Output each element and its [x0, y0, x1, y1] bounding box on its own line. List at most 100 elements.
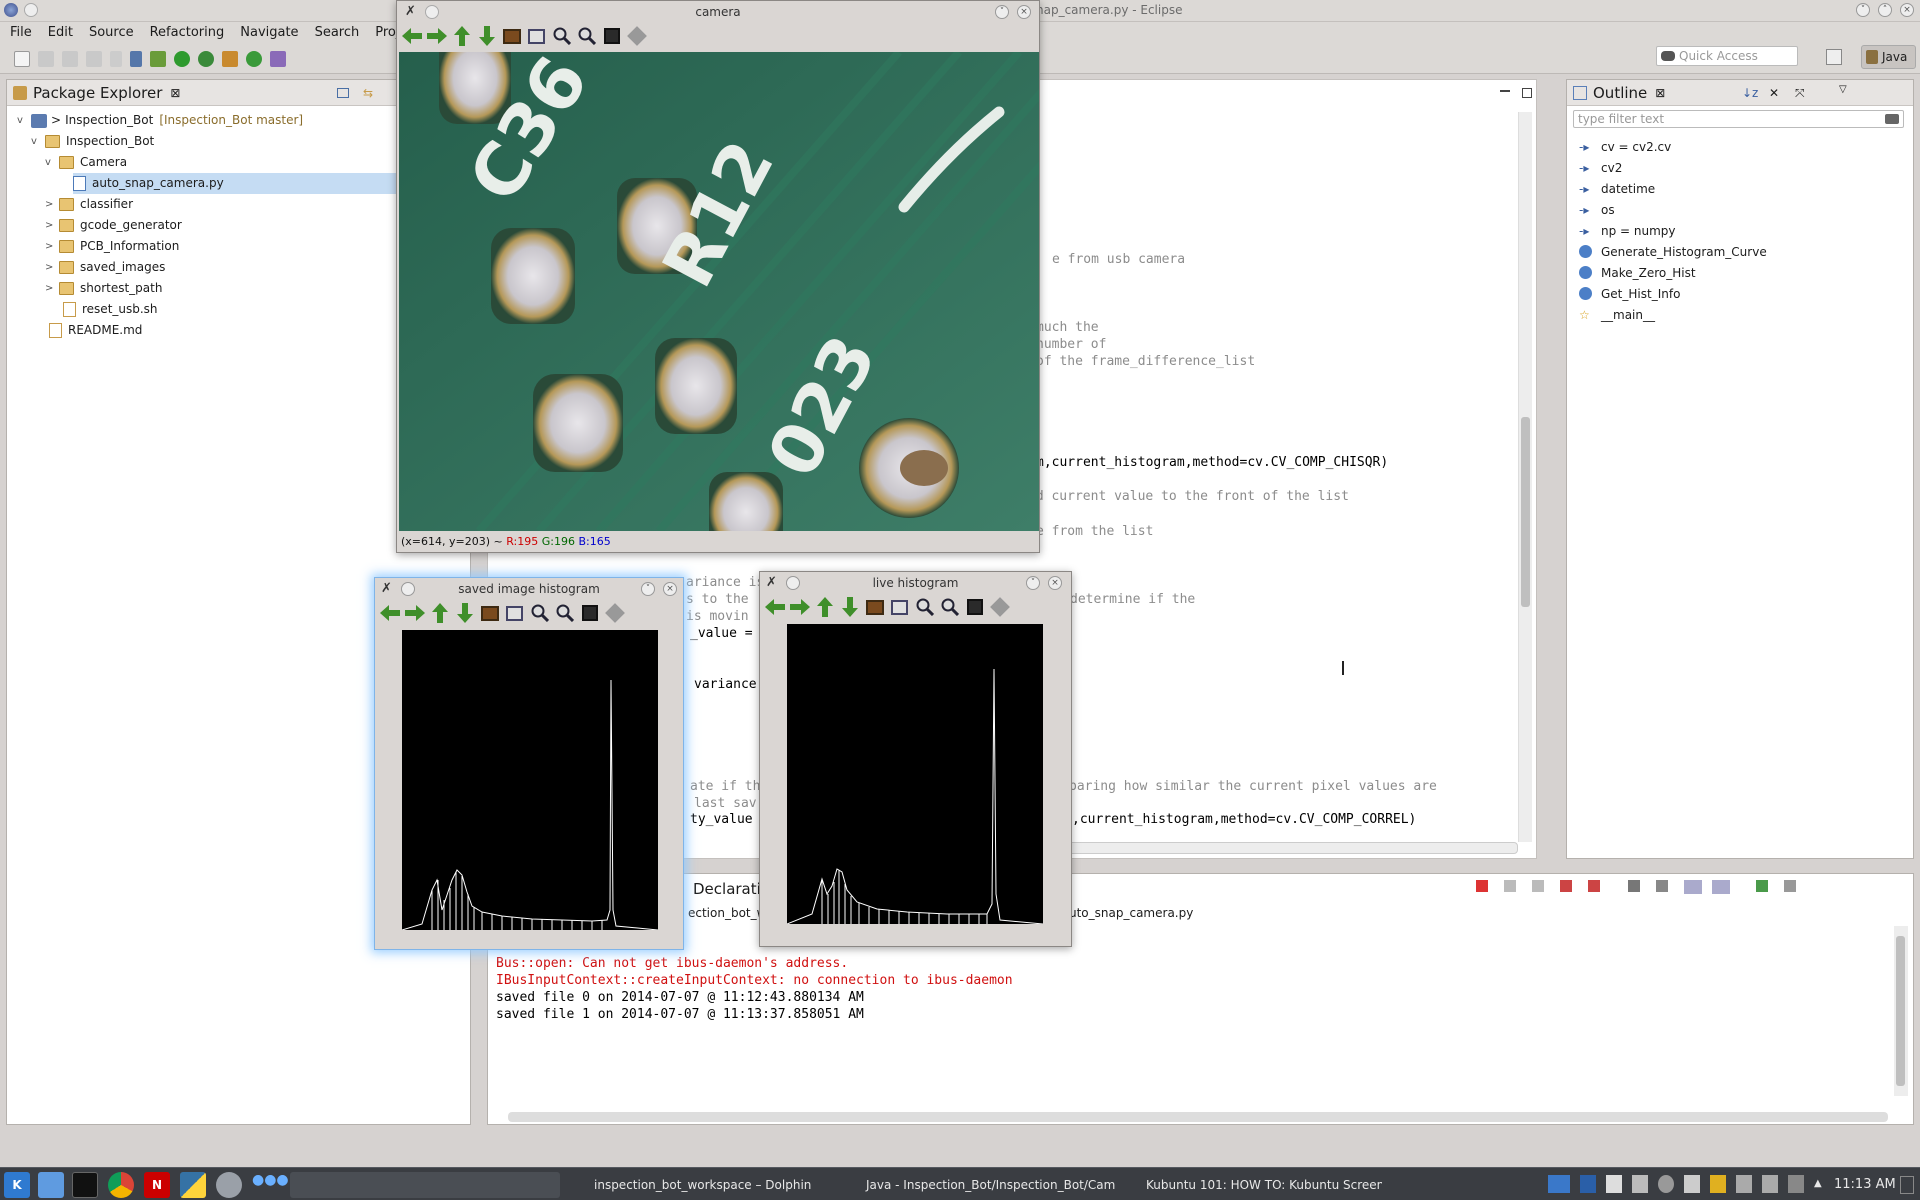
live-histogram-image[interactable] [787, 624, 1043, 924]
close-button[interactable]: × [1900, 3, 1914, 17]
sort-icon[interactable]: ↓z [1742, 86, 1758, 100]
collapse-caret-icon[interactable]: v [45, 152, 55, 173]
scrollbar-thumb[interactable] [1521, 417, 1530, 607]
scrollbar-thumb[interactable] [1896, 936, 1905, 1086]
collapse-caret-icon[interactable]: v [31, 131, 41, 152]
console-output[interactable]: Bus::open: Can not get ibus-daemon's add… [496, 955, 1013, 1023]
mail-tray-icon[interactable] [1684, 1175, 1700, 1193]
show-stderr-icon[interactable] [1712, 880, 1730, 894]
menu-navigate[interactable]: Navigate [232, 22, 306, 44]
notes-tray-icon[interactable] [1632, 1175, 1648, 1193]
python-icon[interactable] [180, 1172, 206, 1198]
tree-item-folder[interactable]: > gcode_generator [45, 215, 182, 236]
tree-item-project[interactable]: v > Inspection_Bot [Inspection_Bot maste… [17, 110, 303, 131]
live-histogram-titlebar[interactable]: ✗ live histogram ˅ × [760, 572, 1071, 594]
camera-window-titlebar[interactable]: ✗ camera ˅ × [397, 1, 1039, 23]
collapse-caret-icon[interactable]: v [17, 110, 27, 131]
open-perspective-icon[interactable] [1826, 49, 1842, 65]
run-external-icon[interactable] [198, 50, 214, 67]
window-menu-button[interactable] [24, 3, 38, 17]
menu-refactoring[interactable]: Refactoring [142, 22, 233, 44]
collapse-outline-icon[interactable]: ⤧ [1795, 86, 1805, 101]
chrome-icon[interactable] [108, 1172, 134, 1198]
arrow-left-icon[interactable] [764, 597, 785, 618]
kde-menu-icon[interactable]: K [4, 1172, 30, 1198]
quick-access-field[interactable]: Quick Access [1656, 46, 1798, 66]
zoom-fit-icon[interactable] [889, 597, 910, 618]
expand-caret-icon[interactable]: > [45, 215, 55, 236]
properties-icon[interactable] [626, 26, 647, 47]
clock[interactable]: 11:13 AM [1834, 1177, 1896, 1192]
debug-icon[interactable] [150, 50, 166, 67]
tree-item-folder[interactable]: > PCB_Information [45, 236, 179, 257]
monitor-tray-icon[interactable] [1788, 1175, 1804, 1193]
task-dolphin[interactable]: inspection_bot_workspace – Dolphin [570, 1174, 830, 1196]
saved-histogram-image[interactable] [402, 630, 658, 930]
zoom-in-icon[interactable] [914, 597, 935, 618]
show-stdout-icon[interactable] [1684, 880, 1702, 894]
skip-breakpoints-icon[interactable] [130, 50, 142, 67]
arrow-right-icon[interactable] [789, 597, 810, 618]
expand-caret-icon[interactable]: > [45, 278, 55, 299]
pin-console-icon[interactable] [1628, 880, 1640, 892]
open-console-icon[interactable] [1756, 880, 1768, 892]
arrow-up-icon[interactable] [451, 26, 472, 47]
tree-item-folder[interactable]: v Inspection_Bot [31, 131, 154, 152]
pager-icon[interactable]: ●●● [252, 1172, 289, 1198]
arrow-up-icon[interactable] [429, 603, 450, 624]
arrow-down-icon[interactable] [454, 603, 475, 624]
close-tab-icon[interactable]: ⊠ [1655, 86, 1665, 100]
tree-item-file[interactable]: README.md [49, 320, 142, 341]
display-tray-icon[interactable] [1548, 1175, 1570, 1193]
desktop-toggle-icon[interactable] [1900, 1176, 1914, 1194]
close-icon[interactable]: × [1017, 5, 1031, 19]
terminate-icon[interactable] [1476, 880, 1488, 892]
tray-expand-icon[interactable]: ▲ [1814, 1175, 1822, 1193]
outline-filter-input[interactable]: type filter text [1573, 110, 1904, 128]
clipboard-tray-icon[interactable] [1606, 1175, 1622, 1193]
maximize-button[interactable]: ˄ [1878, 3, 1892, 17]
zoom-fit-icon[interactable] [526, 26, 547, 47]
save-all-icon[interactable] [62, 50, 78, 67]
close-icon[interactable]: × [663, 582, 677, 596]
tree-item-folder[interactable]: v Camera [45, 152, 127, 173]
app-icon[interactable] [4, 3, 18, 17]
java-perspective-button[interactable]: Java [1861, 45, 1916, 69]
zoom-out-icon[interactable] [576, 26, 597, 47]
terminal-icon[interactable] [72, 1172, 98, 1198]
menu-file[interactable]: File [2, 22, 40, 44]
clear-console-icon[interactable] [1560, 880, 1572, 892]
outline-item[interactable]: -▸ cv = cv2.cv [1579, 136, 1767, 157]
image-icon[interactable] [479, 603, 500, 624]
properties-icon[interactable] [989, 597, 1010, 618]
outline-item[interactable]: Generate_Histogram_Curve [1579, 241, 1767, 262]
outline-item[interactable]: -▸ datetime [1579, 178, 1767, 199]
outline-item[interactable]: Make_Zero_Hist [1579, 262, 1767, 283]
console-horizontal-scrollbar[interactable] [508, 1112, 1888, 1122]
expand-caret-icon[interactable]: > [45, 257, 55, 278]
expand-caret-icon[interactable]: > [45, 236, 55, 257]
arrow-up-icon[interactable] [814, 597, 835, 618]
minimize-button[interactable]: ˅ [1856, 3, 1870, 17]
outline-item[interactable]: Get_Hist_Info [1579, 283, 1767, 304]
properties-icon[interactable] [604, 603, 625, 624]
minimize-icon[interactable]: ˅ [995, 5, 1009, 19]
activity-icon[interactable] [290, 1172, 560, 1198]
word-wrap-icon[interactable] [1656, 880, 1668, 892]
image-icon[interactable] [501, 26, 522, 47]
zoom-in-icon[interactable] [551, 26, 572, 47]
print-icon[interactable] [86, 50, 102, 67]
volume-tray-icon[interactable] [1762, 1175, 1778, 1193]
save-image-icon[interactable] [601, 26, 622, 47]
network-tray-icon[interactable] [1580, 1175, 1596, 1193]
minimize-icon[interactable]: ˅ [1026, 576, 1040, 590]
arrow-down-icon[interactable] [839, 597, 860, 618]
expand-caret-icon[interactable]: > [45, 194, 55, 215]
save-image-icon[interactable] [579, 603, 600, 624]
open-type-icon[interactable] [270, 50, 286, 67]
tree-item-folder[interactable]: > classifier [45, 194, 133, 215]
close-tab-icon[interactable]: ⊠ [170, 86, 180, 100]
editor-vertical-scrollbar[interactable] [1518, 112, 1532, 842]
minimize-icon[interactable]: ˅ [641, 582, 655, 596]
console-vertical-scrollbar[interactable] [1894, 926, 1908, 1096]
